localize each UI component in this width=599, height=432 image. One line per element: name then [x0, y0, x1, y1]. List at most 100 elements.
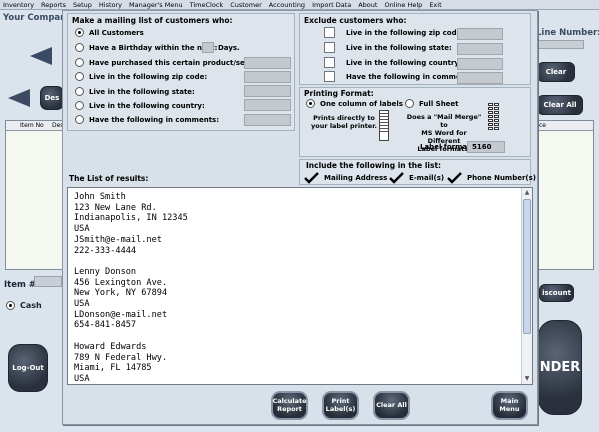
menu-item-timeclock[interactable]: TimeClock [190, 0, 224, 10]
label-all-customers: All Customers [89, 28, 144, 37]
option-state[interactable]: Live in the following state: [75, 87, 195, 96]
include-email[interactable]: E-mail(s) [389, 172, 444, 184]
clear-all-label: Clear All [376, 400, 407, 409]
menu-bar: Inventory Reports Setup History Manager's Me… [0, 0, 599, 10]
one-column-description: Prints directly to your label printer. [310, 114, 378, 130]
menu-item-customer[interactable]: Customer [230, 0, 262, 10]
state-field[interactable] [244, 85, 291, 97]
option-country[interactable]: Live in the following country: [75, 101, 205, 110]
menu-item-import-data[interactable]: Import Data [312, 0, 351, 10]
radio-one-column[interactable] [306, 99, 315, 108]
option-all-customers[interactable]: All Customers [75, 28, 144, 37]
radio-country[interactable] [75, 101, 84, 110]
cash-label: Cash [20, 301, 42, 310]
scroll-up-icon[interactable]: ▲ [522, 188, 532, 198]
description-button[interactable]: Des [40, 86, 64, 110]
exclude-state-checkbox[interactable] [324, 42, 335, 53]
birthday-days-field[interactable] [202, 42, 214, 53]
menu-item-history[interactable]: History [99, 0, 122, 10]
option-one-column[interactable]: One column of labels [306, 99, 403, 108]
zip-field[interactable] [244, 71, 291, 83]
cash-radio[interactable]: Cash [6, 301, 42, 310]
menu-item-setup[interactable]: Setup [73, 0, 92, 10]
option-comments[interactable]: Have the following in comments: [75, 115, 219, 124]
clear-all-button[interactable]: Clear All [373, 391, 410, 420]
radio-zip[interactable] [75, 72, 84, 81]
full-sheet-desc-line1: Does a "Mail Merge" to [406, 113, 482, 129]
scroll-down-icon[interactable]: ▼ [522, 374, 532, 384]
mailing-list-dialog: Make a mailing list of customers who: Al… [62, 10, 538, 425]
include-phone[interactable]: Phone Number(s) [447, 172, 536, 184]
comments-field[interactable] [244, 114, 291, 126]
option-zip[interactable]: Live in the following zip code: [75, 72, 207, 81]
exclude-comments-field[interactable] [457, 72, 503, 84]
scrollbar-thumb[interactable] [523, 199, 531, 334]
menu-item-exit[interactable]: Exit [429, 0, 441, 10]
menu-item-inventory[interactable]: Inventory [3, 0, 34, 10]
exclude-country-checkbox[interactable] [324, 57, 335, 68]
exclude-zip-field[interactable] [457, 28, 503, 40]
email-checkmark-icon[interactable] [389, 172, 404, 184]
menu-item-reports[interactable]: Reports [41, 0, 66, 10]
radio-state[interactable] [75, 87, 84, 96]
sales-grid-right[interactable]: ce [538, 120, 594, 270]
line-number-label: Line Number: [536, 28, 599, 38]
tender-button[interactable]: NDER [538, 320, 582, 415]
calculate-report-button[interactable]: Calculate Report [271, 391, 308, 420]
mailing-address-checkmark-icon[interactable] [304, 172, 319, 184]
label-format-field[interactable]: 5160 [467, 141, 505, 153]
radio-all-customers[interactable] [75, 28, 84, 37]
exclude-comments-checkbox[interactable] [324, 71, 335, 82]
radio-birthday[interactable] [75, 43, 84, 52]
line-number-field[interactable] [538, 40, 584, 49]
item-field[interactable] [34, 276, 62, 287]
print-labels-button[interactable]: Print Label(s) [322, 391, 359, 420]
exclude-country[interactable]: Live in the following country: [324, 57, 462, 68]
exclude-zip[interactable]: Live in the following zip code: [324, 27, 464, 38]
menu-item-accounting[interactable]: Accounting [269, 0, 305, 10]
results-text[interactable]: John Smith 123 New Lane Rd. Indianapolis… [74, 192, 516, 384]
exclude-country-field[interactable] [457, 58, 503, 70]
exclude-state[interactable]: Live in the following state: [324, 42, 452, 53]
logout-button[interactable]: Log-Out [8, 344, 48, 392]
label-sheet-icon [488, 103, 499, 130]
discount-button[interactable]: iscount [539, 284, 574, 302]
radio-comments[interactable] [75, 115, 84, 124]
radio-purchased[interactable] [75, 58, 84, 67]
email-label: E-mail(s) [409, 174, 445, 182]
include-mailing-address[interactable]: Mailing Address [304, 172, 387, 184]
option-birthday[interactable]: Have a Birthday within the next: [75, 43, 217, 52]
radio-full-sheet[interactable] [405, 99, 414, 108]
option-full-sheet[interactable]: Full Sheet [405, 99, 459, 108]
one-column-desc-line1: Prints directly to [313, 114, 375, 122]
days-label: Days. [218, 44, 240, 52]
label-state: Live in the following state: [89, 87, 195, 96]
back-arrow-icon[interactable] [30, 47, 52, 65]
exclude-comments[interactable]: Have the following in comments: [324, 71, 476, 82]
label-comments: Have the following in comments: [89, 115, 220, 124]
sales-grid[interactable]: Item No Desc [5, 120, 67, 270]
include-group: Include the following in the list: Maili… [299, 159, 536, 185]
option-purchased[interactable]: Have purchased this certain product/serv… [75, 58, 267, 67]
mailing-criteria-title: Make a mailing list of customers who: [72, 16, 233, 25]
menu-item-manager-s-menu[interactable]: Manager's Menu [129, 0, 183, 10]
grid-header-itemno: Item No [20, 122, 44, 129]
clear-all-background-button[interactable]: Clear All [537, 95, 583, 115]
clear-button[interactable]: Clear [537, 62, 575, 82]
menu-item-about[interactable]: About [358, 0, 377, 10]
main-menu-button[interactable]: Main Menu [491, 391, 528, 420]
cash-radio-dot[interactable] [6, 301, 15, 310]
include-title: Include the following in the list: [306, 161, 442, 170]
exclude-zip-checkbox[interactable] [324, 27, 335, 38]
results-textbox[interactable]: John Smith 123 New Lane Rd. Indianapolis… [67, 187, 533, 385]
exclude-state-field[interactable] [457, 43, 503, 55]
product-field[interactable] [244, 57, 291, 69]
one-column-desc-line2: your label printer. [311, 122, 377, 130]
menu-item-online-help[interactable]: Online Help [384, 0, 422, 10]
results-scrollbar[interactable]: ▲ ▼ [521, 188, 532, 384]
country-field[interactable] [244, 99, 291, 111]
exclude-state-label: Live in the following state: [346, 43, 452, 52]
phone-checkmark-icon[interactable] [447, 172, 462, 184]
label-roll-icon [379, 110, 389, 141]
back-arrow-icon[interactable] [8, 89, 30, 107]
